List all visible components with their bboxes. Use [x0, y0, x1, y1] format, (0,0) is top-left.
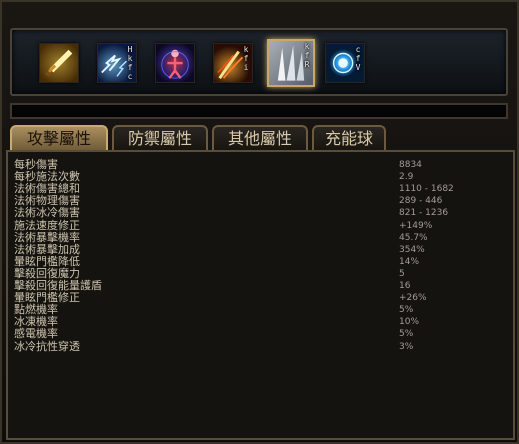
stat-value: 289 - 446 [399, 196, 443, 207]
stat-row: 每秒施法次數 2.9 [14, 171, 509, 183]
stat-row: 暈眩門檻修正 +26% [14, 292, 509, 304]
tab-defense[interactable]: 防禦屬性 [112, 125, 208, 151]
stat-label: 法術冰冷傷害 [14, 206, 80, 220]
skill-name-bar [10, 103, 508, 119]
stat-value: 14% [399, 256, 420, 267]
stat-row: 法術物理傷害 289 - 446 [14, 195, 509, 207]
tab-misc[interactable]: 其他屬性 [212, 125, 308, 151]
stat-row: 暈眩門檻降低 14% [14, 254, 509, 268]
key-label: f [355, 54, 361, 63]
key-label: f [304, 51, 310, 60]
skill-slot-3[interactable] [155, 43, 195, 83]
stat-value: 5% [399, 305, 414, 316]
stat-row: 法術冰冷傷害 821 - 1236 [14, 207, 509, 219]
stat-value: 354% [399, 244, 425, 255]
key-label: c [355, 45, 361, 54]
stat-value: 5 [399, 268, 405, 279]
stat-row: 法術傷害總和 1110 - 1682 [14, 183, 509, 195]
key-label: R [304, 60, 310, 69]
key-label: k [127, 54, 133, 63]
stat-label: 法術暴擊機率 [14, 230, 80, 244]
stat-row: 法術暴擊加成 354% [14, 242, 509, 256]
key-label: k [243, 45, 249, 54]
figure-aura-skill-icon [156, 44, 194, 82]
stat-row: 擊殺回復能量護盾 16 [14, 280, 509, 292]
stat-label: 感電機率 [14, 327, 58, 341]
stat-row: 施法速度修正 +149% [14, 218, 509, 232]
stat-value: 5% [399, 329, 414, 340]
stat-value: 3% [399, 341, 414, 352]
sword-skill-icon [40, 44, 78, 82]
stat-value: 8834 [399, 160, 422, 170]
skill-slot-4[interactable]: k f i [213, 43, 253, 83]
stats-panel: 每秒傷害 8834 每秒施法次數 2.9 法術傷害總和 1110 - 1682 法術物理傷害… [6, 150, 515, 440]
stat-row: 每秒傷害 8834 [14, 159, 509, 171]
key-label: V [355, 63, 361, 72]
key-label: f [127, 63, 133, 72]
stat-value: 10% [399, 317, 420, 328]
stat-label: 暈眩門檻降低 [14, 254, 80, 268]
stat-row: 冰冷抗性穿透 3% [14, 339, 509, 353]
stat-label: 法術暴擊加成 [14, 242, 80, 256]
skill-slot-1[interactable] [39, 43, 79, 83]
tab-charges[interactable]: 充能球 [312, 125, 386, 151]
key-label: c [127, 72, 133, 81]
key-label: k [304, 42, 310, 51]
stat-value: 2.9 [399, 172, 414, 183]
stat-label: 施法速度修正 [14, 218, 80, 232]
skill-slot-6[interactable]: c f V [325, 43, 365, 83]
stat-row: 法術暴擊機率 45.7% [14, 230, 509, 244]
stat-row: 感電機率 5% [14, 328, 509, 340]
stat-value: 16 [399, 281, 411, 291]
stat-value: 1110 - 1682 [399, 184, 454, 195]
stat-value: 821 - 1236 [399, 208, 449, 219]
skill-bar: H k f c k f i k f R c f V [10, 28, 508, 96]
stat-row: 冰凍機率 10% [14, 316, 509, 328]
tab-offense[interactable]: 攻擊屬性 [10, 125, 108, 151]
stat-value: +149% [399, 220, 433, 231]
stat-value: 45.7% [399, 232, 428, 243]
key-label: H [127, 45, 133, 54]
stat-value: +26% [399, 293, 427, 304]
skill-slot-2[interactable]: H k f c [97, 43, 137, 83]
skill-slot-5[interactable]: k f R [267, 39, 315, 87]
stat-label: 冰冷抗性穿透 [14, 339, 80, 353]
key-label: i [243, 63, 249, 72]
key-label: f [243, 54, 249, 63]
stat-row: 點燃機率 5% [14, 304, 509, 316]
character-stats-window: H k f c k f i k f R c f V 攻擊屬性 防禦屬性 其他屬性… [0, 0, 519, 444]
